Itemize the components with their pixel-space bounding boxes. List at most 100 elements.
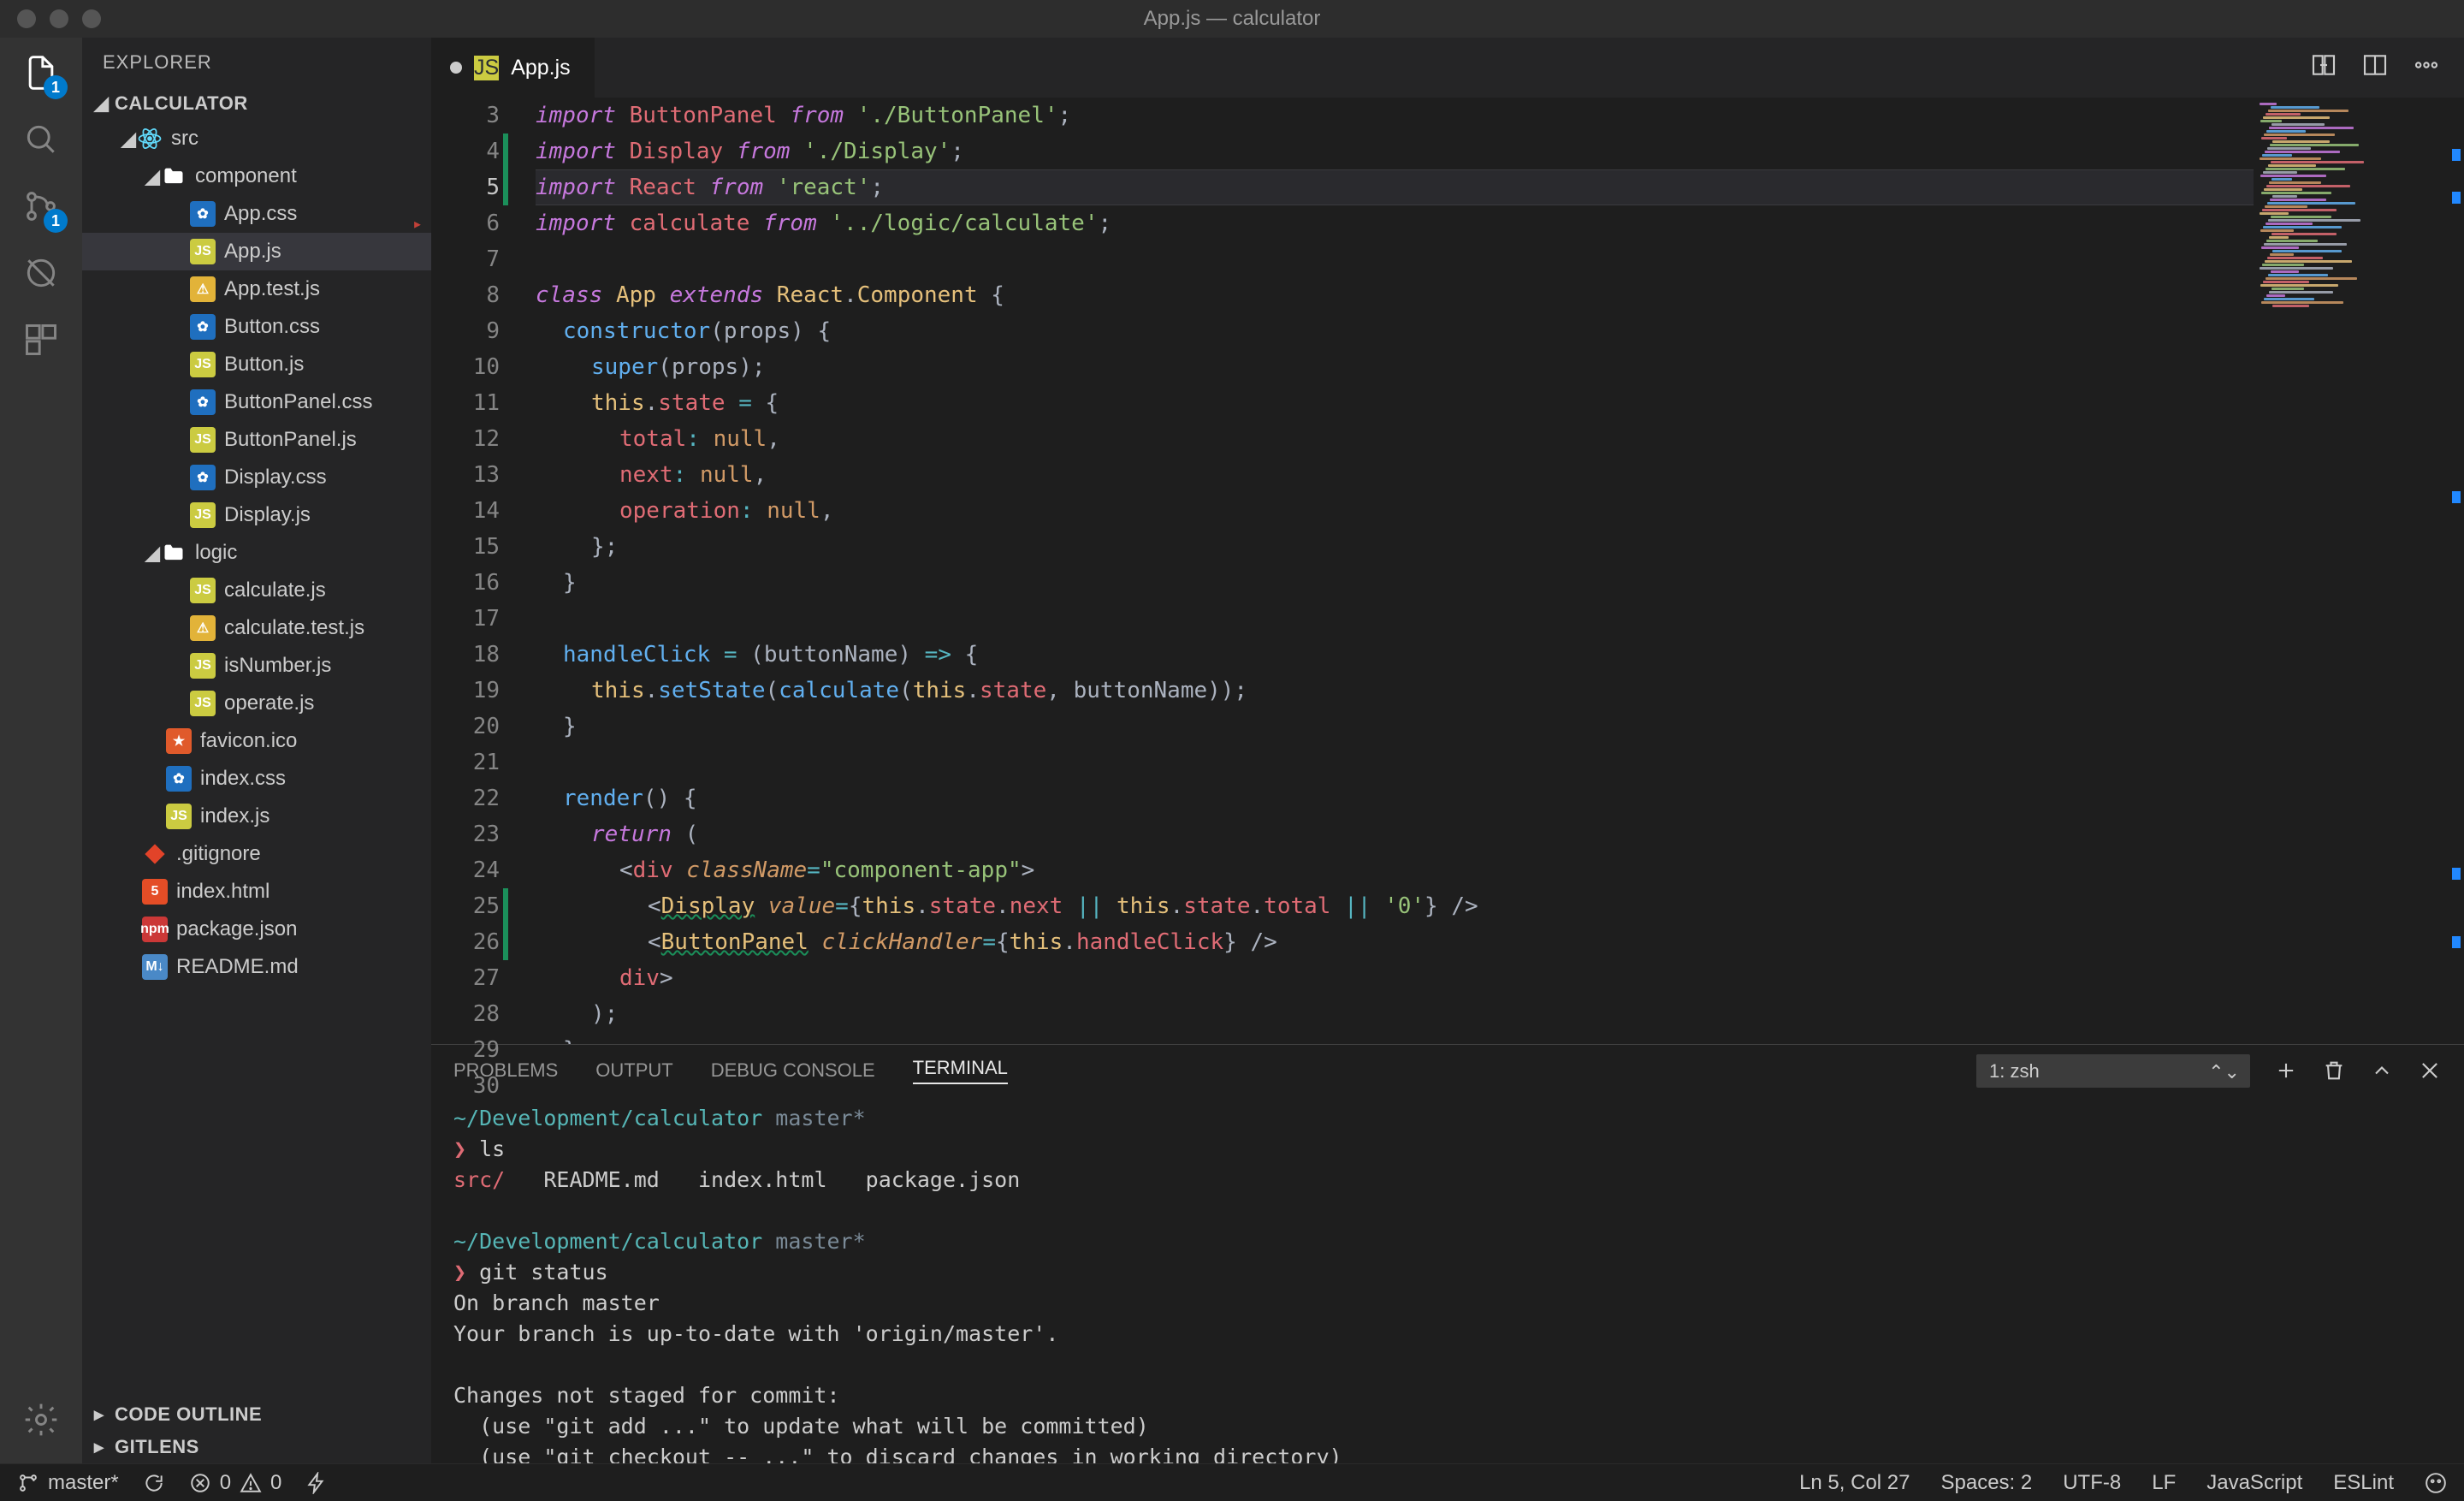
fold-caret-icon[interactable]: ▸ [412,205,423,241]
split-editor-icon[interactable] [2361,51,2389,85]
status-live-icon[interactable] [305,1472,328,1494]
tree-file-app-css[interactable]: ✿App.css [82,195,431,233]
tree-file-isnumber-js[interactable]: JSisNumber.js [82,647,431,685]
js-file-icon: JS [190,691,216,716]
code-content[interactable]: import ButtonPanel from './ButtonPanel';… [525,98,2254,1044]
chevron-right-icon: ▸ [94,1436,110,1458]
tree-file-index-html[interactable]: 5index.html [82,873,431,911]
tree-item-label: App.css [224,202,297,226]
js-file-icon: JS [190,239,216,264]
chevron-down-icon: ◢ [144,541,161,566]
tree-folder-component[interactable]: ◢ component [82,157,431,195]
tree-item-label: calculate.js [224,578,326,602]
git-file-icon [142,841,168,867]
overview-ruler[interactable] [2442,98,2464,1044]
status-language[interactable]: JavaScript [2206,1471,2302,1495]
tree-file-display-css[interactable]: ✿Display.css [82,459,431,496]
tree-file-app-js[interactable]: JS App.js [82,233,431,270]
panel-tab-debug[interactable]: DEBUG CONSOLE [711,1059,875,1082]
status-eol[interactable]: LF [2152,1471,2176,1495]
tree-item-label: Display.css [224,466,327,489]
tree-item-label: ButtonPanel.css [224,390,372,414]
code-outline-header[interactable]: ▸ CODE OUTLINE [82,1398,431,1431]
tree-file-index-css[interactable]: ✿index.css [82,760,431,798]
settings-icon[interactable] [20,1398,62,1441]
sidebar: EXPLORER ◢ CALCULATOR ◢src◢component✿App… [82,38,431,1463]
tree-file-app-test-js[interactable]: ⚠App.test.js [82,270,431,308]
close-panel-icon[interactable] [2418,1059,2442,1083]
status-indent[interactable]: Spaces: 2 [1940,1471,2032,1495]
scm-badge: 1 [44,209,68,233]
tree-file-favicon-ico[interactable]: ★ favicon.ico [82,722,431,760]
tree-file-display-js[interactable]: JSDisplay.js [82,496,431,534]
js-file-icon: JS [190,352,216,377]
tree-item-label: favicon.ico [200,729,297,753]
tab-label: App.js [511,56,570,80]
status-cursor[interactable]: Ln 5, Col 27 [1799,1471,1910,1495]
search-icon[interactable] [20,118,62,161]
tree-item-label: component [195,164,297,188]
terminal-selector[interactable]: 1: zsh ⌃⌄ [1976,1054,2250,1088]
extensions-icon[interactable] [20,318,62,361]
panel-tab-output[interactable]: OUTPUT [595,1059,672,1082]
tab-app-js[interactable]: JS App.js [431,38,595,98]
source-control-icon[interactable]: 1 [20,185,62,228]
status-problems[interactable]: 0 0 [189,1471,282,1495]
tree-item-label: App.test.js [224,277,320,301]
gitlens-header[interactable]: ▸ GITLENS [82,1431,431,1463]
tree-file-calculate-test-js[interactable]: ⚠calculate.test.js [82,609,431,647]
tree-file-operate-js[interactable]: JSoperate.js [82,685,431,722]
tree-item-label: src [171,127,198,151]
tree-file-button-css[interactable]: ✿Button.css [82,308,431,346]
project-name: CALCULATOR [115,92,248,115]
tree-item-label: README.md [176,955,299,979]
maximize-panel-icon[interactable] [2370,1059,2394,1083]
compare-changes-icon[interactable] [2310,51,2337,85]
ico-file-icon: ★ [166,728,192,754]
chevron-right-icon: ▸ [94,1403,110,1426]
status-encoding[interactable]: UTF-8 [2063,1471,2121,1495]
feedback-icon[interactable] [2425,1472,2447,1494]
tree-file--gitignore[interactable]: .gitignore [82,835,431,873]
debug-icon[interactable] [20,252,62,294]
chevron-down-icon: ◢ [120,127,137,151]
explorer-icon[interactable]: 1 [20,51,62,94]
dirty-indicator-icon [450,62,462,74]
tree-file-index-js[interactable]: JSindex.js [82,798,431,835]
tree-item-label: App.js [224,240,281,264]
panel-tab-terminal[interactable]: TERMINAL [913,1057,1008,1084]
chevron-down-icon: ◢ [144,164,161,189]
minimize-window-icon[interactable] [50,9,68,28]
more-actions-icon[interactable] [2413,51,2440,85]
status-branch[interactable]: master* [17,1471,119,1495]
project-section-header[interactable]: ◢ CALCULATOR [82,87,431,120]
line-number-gutter: 3456▸78910111213141516171819202122232425… [431,98,525,1044]
js-file-icon: JS [190,653,216,679]
terminal-select[interactable]: 1: zsh [1976,1054,2250,1088]
tree-file-package-json[interactable]: npm package.json [82,911,431,948]
tree-folder-logic[interactable]: ◢logic [82,534,431,572]
new-terminal-icon[interactable] [2274,1059,2298,1083]
tree-item-label: package.json [176,917,297,941]
tree-file-button-js[interactable]: JSButton.js [82,346,431,383]
terminal-content[interactable]: ~/Development/calculator master* ❯ ls sr… [431,1096,2464,1463]
js-file-icon: JS [166,804,192,829]
tree-file-buttonpanel-js[interactable]: JSButtonPanel.js [82,421,431,459]
tree-file-calculate-js[interactable]: JScalculate.js [82,572,431,609]
bolt-icon [305,1472,328,1494]
window-titlebar: App.js — calculator [0,0,2464,38]
npm-file-icon: npm [142,917,168,942]
tree-item-label: index.css [200,767,286,791]
zoom-window-icon[interactable] [82,9,101,28]
status-eslint[interactable]: ESLint [2333,1471,2394,1495]
kill-terminal-icon[interactable] [2322,1059,2346,1083]
minimap[interactable] [2254,98,2442,1044]
editor-area[interactable]: 3456▸78910111213141516171819202122232425… [431,98,2464,1044]
tree-folder-src[interactable]: ◢ src [82,120,431,157]
tree-file-buttonpanel-css[interactable]: ✿ButtonPanel.css [82,383,431,421]
react-folder-icon [137,126,163,151]
tree-file-readme-md[interactable]: M↓README.md [82,948,431,986]
close-window-icon[interactable] [17,9,36,28]
tree-item-label: index.html [176,880,270,904]
status-sync[interactable] [143,1472,165,1494]
